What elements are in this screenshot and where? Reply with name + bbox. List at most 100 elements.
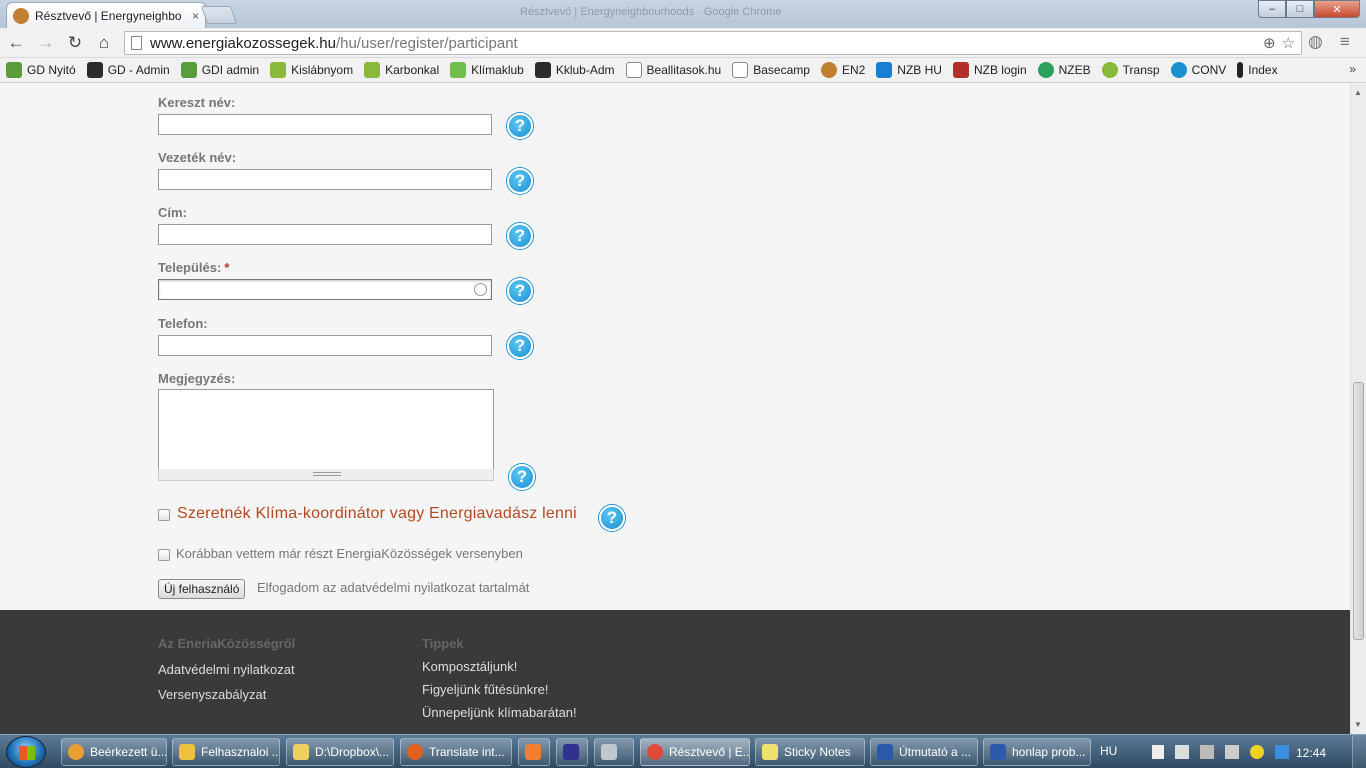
taskbar-item-label: Translate int... — [429, 745, 505, 759]
address-input[interactable] — [158, 224, 492, 245]
address-bar[interactable]: www.energiakozossegek.hu/hu/user/registe… — [124, 31, 1302, 55]
bookmark-icon — [1101, 62, 1118, 78]
taskbar-item-active[interactable]: Résztvevő | E... — [640, 738, 750, 766]
maximize-button[interactable]: □ — [1286, 0, 1314, 18]
word-icon — [990, 744, 1006, 760]
bookmark-item[interactable]: EN2 — [820, 62, 865, 78]
coordinator-label: Szeretnék Klíma-koordinátor vagy Energia… — [177, 505, 577, 522]
scroll-up-icon[interactable]: ▲ — [1354, 88, 1362, 97]
back-arrow-icon[interactable]: ← — [4, 32, 28, 54]
last-name-input[interactable] — [158, 169, 492, 190]
bookmark-item[interactable]: GD Nyitó — [6, 62, 76, 78]
extension-icon[interactable]: ◍ — [1308, 32, 1323, 52]
flag-icon[interactable] — [1175, 745, 1189, 759]
network-icon[interactable] — [1200, 745, 1214, 759]
new-user-submit-button[interactable]: Új felhasználó — [158, 579, 246, 599]
taskbar-item-label: Felhasznaloi ... — [201, 745, 280, 759]
window-controls: – □ ✕ — [1258, 0, 1360, 18]
bookmark-item[interactable]: Beallitasok.hu — [625, 62, 721, 78]
home-icon[interactable]: ⌂ — [92, 32, 116, 54]
reload-icon[interactable]: ↻ — [63, 32, 87, 54]
volume-icon[interactable] — [1225, 745, 1239, 759]
coordinator-checkbox[interactable] — [158, 509, 170, 521]
taskbar-item[interactable]: honlap prob... — [983, 738, 1091, 766]
help-icon[interactable]: ? — [507, 223, 533, 249]
start-button[interactable] — [6, 736, 46, 768]
taskbar-item[interactable]: Beérkezett ü... — [61, 738, 167, 766]
system-tray — [1152, 745, 1289, 759]
taskbar-item[interactable]: Translate int... — [400, 738, 512, 766]
site-footer: Az EneriaKözösségről Adatvédelmi nyilatk… — [0, 610, 1350, 734]
bookmark-item[interactable]: Karbonkal — [364, 62, 439, 78]
taskbar-item[interactable]: D:\Dropbox\... — [286, 738, 394, 766]
taskbar-item[interactable]: Felhasznaloi ... — [172, 738, 280, 766]
help-icon[interactable]: ? — [507, 113, 533, 139]
bookmark-label: NZB HU — [897, 63, 942, 77]
close-window-button[interactable]: ✕ — [1314, 0, 1360, 18]
page-content: Kereszt név: ? Vezeték név: ? Cím: ? Tel… — [0, 84, 1350, 734]
tab-title: Résztvevő | Energyneighbo — [35, 8, 182, 23]
language-indicator[interactable]: HU — [1100, 744, 1117, 758]
footer-link-tip[interactable]: Figyeljünk fűtésünkre! — [422, 682, 548, 697]
first-name-input[interactable] — [158, 114, 492, 135]
bookmark-item[interactable]: Kklub-Adm — [534, 62, 615, 78]
bookmark-item[interactable]: CONV — [1170, 62, 1226, 78]
help-icon[interactable]: ? — [507, 278, 533, 304]
taskbar-item[interactable] — [556, 738, 588, 766]
usb-icon[interactable] — [1152, 745, 1164, 759]
bookmark-item[interactable]: Index — [1237, 62, 1278, 78]
previous-participation-checkbox[interactable] — [158, 549, 170, 561]
bookmark-label: Basecamp — [753, 63, 810, 77]
help-icon[interactable]: ? — [507, 168, 533, 194]
bookmark-item[interactable]: Basecamp — [732, 62, 810, 78]
page-scrollbar[interactable]: ▲ ▼ — [1350, 84, 1366, 734]
taskbar-item-label: Résztvevő | E... — [669, 745, 750, 759]
required-mark: * — [224, 260, 230, 275]
bookmarks-overflow-button[interactable]: » — [1349, 62, 1356, 76]
footer-link-tip[interactable]: Komposztáljunk! — [422, 659, 517, 674]
footer-link-privacy[interactable]: Adatvédelmi nyilatkozat — [158, 662, 295, 677]
browser-tab[interactable]: Résztvevő | Energyneighbo × — [6, 2, 206, 28]
textarea-resize-grip[interactable] — [158, 469, 494, 481]
note-textarea[interactable] — [158, 389, 494, 470]
dropbox-icon[interactable] — [1275, 745, 1289, 759]
bookmark-label: Transp — [1122, 63, 1160, 77]
help-icon[interactable]: ? — [599, 505, 625, 531]
city-autocomplete-input[interactable] — [158, 279, 492, 300]
bookmark-item[interactable]: NZB login — [952, 62, 1027, 78]
taskbar-item[interactable] — [518, 738, 550, 766]
bookmark-star-icon[interactable]: ☆ — [1282, 34, 1295, 52]
show-desktop-button[interactable] — [1352, 735, 1366, 768]
footer-link-tip[interactable]: Ünnepeljünk klímabarátan! — [422, 705, 577, 720]
bookmark-item[interactable]: NZB HU — [876, 62, 942, 78]
bookmark-item[interactable]: GDI admin — [180, 62, 260, 78]
taskbar-item[interactable]: Sticky Notes — [755, 738, 865, 766]
scroll-down-icon[interactable]: ▼ — [1354, 720, 1362, 729]
bookmark-item[interactable]: Klímaklub — [450, 62, 524, 78]
bookmark-icon — [86, 62, 103, 78]
minimize-button[interactable]: – — [1258, 0, 1286, 18]
scroll-thumb[interactable] — [1353, 382, 1364, 640]
bookmark-item[interactable]: NZEB — [1037, 62, 1091, 78]
help-icon[interactable]: ? — [509, 464, 535, 490]
taskbar-item[interactable] — [594, 738, 634, 766]
bookmark-item[interactable]: Kislábnyom — [270, 62, 353, 78]
bookmark-item[interactable]: Transp — [1101, 62, 1160, 78]
zoom-icon[interactable]: ⊕ — [1263, 34, 1276, 52]
bookmark-icon — [6, 62, 22, 78]
help-icon[interactable]: ? — [507, 333, 533, 359]
footer-about-title: Az EneriaKözösségről — [158, 636, 296, 651]
taskbar-item[interactable]: Útmutató a ... — [870, 738, 978, 766]
bookmark-item[interactable]: GD - Admin — [86, 62, 170, 78]
footer-link-rules[interactable]: Versenyszabályzat — [158, 687, 266, 702]
clock[interactable]: 12:44 — [1296, 746, 1326, 760]
notification-icon[interactable] — [1250, 745, 1264, 759]
taskbar-item-label: honlap prob... — [1012, 745, 1086, 759]
new-tab-button[interactable] — [200, 6, 238, 24]
bookmark-icon — [952, 62, 969, 78]
forward-arrow-icon[interactable]: → — [34, 32, 58, 54]
bookmark-label: GDI admin — [201, 63, 260, 77]
chrome-menu-icon[interactable]: ≡ — [1340, 32, 1350, 52]
phone-input[interactable] — [158, 335, 492, 356]
tab-close-icon[interactable]: × — [192, 9, 199, 23]
